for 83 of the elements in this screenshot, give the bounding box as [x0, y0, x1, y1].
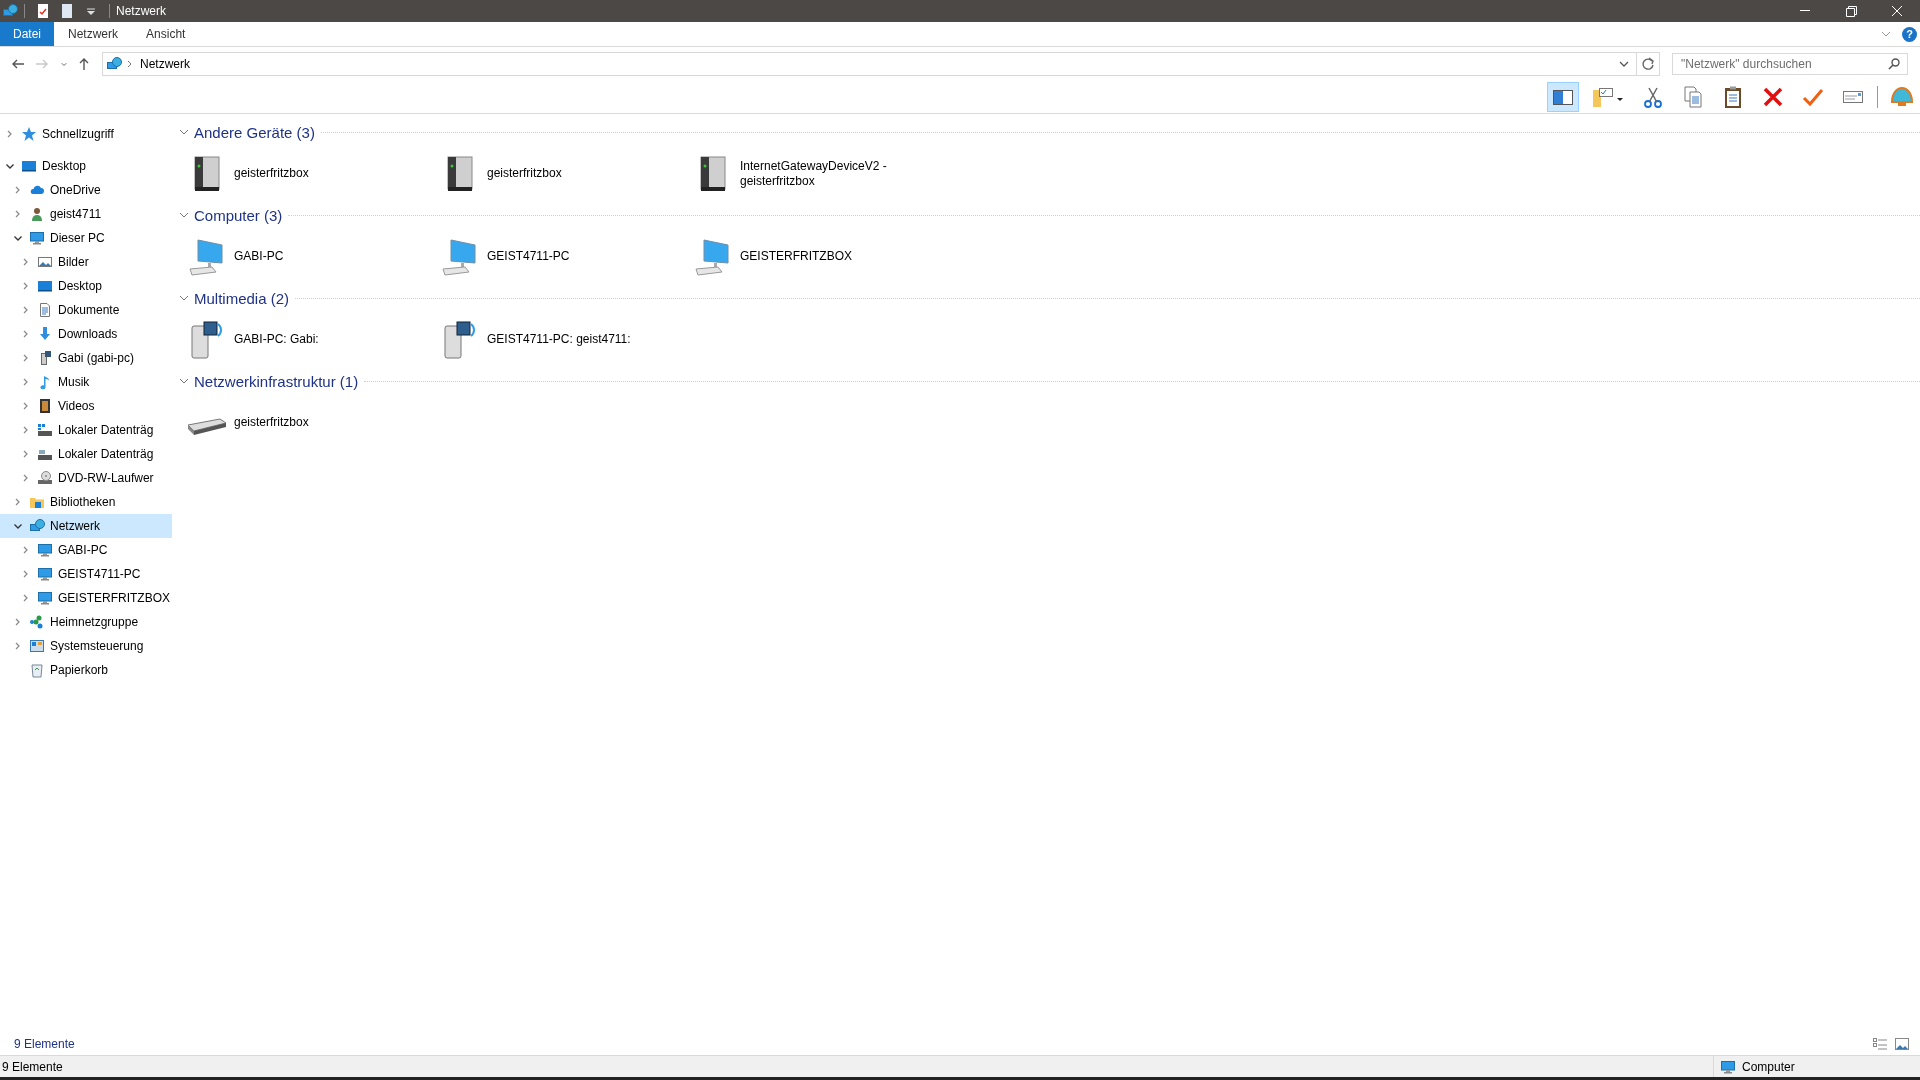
window-title: Netzwerk: [116, 4, 166, 18]
page-icon[interactable]: [59, 3, 75, 19]
ribbon-tab[interactable]: Netzwerk: [54, 22, 133, 46]
computer-icon[interactable]: [439, 236, 479, 277]
film-icon: [37, 398, 53, 414]
control-panel-icon: [29, 638, 45, 654]
tree-item[interactable]: DVD-RW-Laufwer: [0, 466, 172, 490]
computer-icon[interactable]: [186, 236, 226, 277]
tree-item[interactable]: Lokaler Datenträg: [0, 442, 172, 466]
help-button[interactable]: ?: [1902, 26, 1917, 42]
preview-pane-button[interactable]: [1547, 82, 1579, 112]
copy-icon: [1681, 85, 1705, 109]
device-name[interactable]: InternetGatewayDeviceV2 - geisterfritzbox: [740, 158, 900, 189]
tree-item[interactable]: Videos: [0, 394, 172, 418]
tree-item[interactable]: GABI-PC: [0, 538, 172, 562]
tree-item[interactable]: Dokumente: [0, 298, 172, 322]
disc-drive-icon: [37, 470, 53, 486]
shell-icon: [1890, 85, 1914, 109]
tree-item[interactable]: GEISTERFRITZBOX: [0, 586, 172, 610]
network-icon: [2, 3, 18, 19]
person-icon: [29, 206, 45, 222]
star-icon: [21, 126, 37, 142]
tree-item[interactable]: Gabi (gabi-pc): [0, 346, 172, 370]
monitor-icon: [37, 590, 53, 606]
device-name[interactable]: geisterfritzbox: [234, 415, 394, 430]
network-icon: [106, 56, 122, 72]
monitor-icon: [1720, 1058, 1736, 1075]
desktop-icon: [37, 278, 53, 294]
monitor-icon: [29, 230, 45, 246]
group-header[interactable]: Computer (3): [194, 206, 283, 224]
tree-item[interactable]: Heimnetzgruppe: [0, 610, 172, 634]
download-arrow-icon: [37, 326, 53, 342]
address-bar[interactable]: Netzwerk: [102, 52, 1637, 76]
file-tab[interactable]: Datei: [0, 22, 54, 46]
zone-label: Computer: [1742, 1059, 1795, 1074]
device-name[interactable]: GEISTERFRITZBOX: [740, 249, 900, 264]
tree-item[interactable]: Dieser PC: [0, 226, 172, 250]
status-count: 9 Elemente: [2, 1059, 63, 1074]
scissors-icon: [1641, 85, 1665, 109]
checked-page-icon[interactable]: [35, 3, 51, 19]
tree-item[interactable]: Downloads: [0, 322, 172, 346]
network-icon: [29, 518, 45, 534]
device-name[interactable]: geisterfritzbox: [487, 166, 647, 181]
group-header[interactable]: Netzwerkinfrastruktur (1): [194, 372, 359, 390]
tree-item[interactable]: Bilder: [0, 250, 172, 274]
ribbon-tab[interactable]: Ansicht: [132, 22, 200, 46]
drive-icon: [37, 422, 53, 438]
tree-item[interactable]: Papierkorb: [0, 658, 172, 682]
recycle-bin-icon: [29, 662, 45, 678]
tree-item[interactable]: Musik: [0, 370, 172, 394]
computer-icon[interactable]: [692, 236, 732, 277]
group-header[interactable]: Andere Geräte (3): [194, 123, 315, 141]
tree-item[interactable]: OneDrive: [0, 178, 172, 202]
monitor-icon: [37, 566, 53, 582]
large-icons-view-icon[interactable]: [1894, 1036, 1910, 1052]
tree-item[interactable]: Bibliotheken: [0, 490, 172, 514]
delete-icon: [1761, 85, 1785, 109]
tree-item[interactable]: Desktop: [0, 274, 172, 298]
item-count: 9 Elemente: [14, 1037, 75, 1051]
document-icon: [37, 302, 53, 318]
device-name[interactable]: GABI-PC: Gabi:: [234, 332, 394, 347]
tree-item[interactable]: Lokaler Datenträg: [0, 418, 172, 442]
nodes-icon: [29, 614, 45, 630]
tree-item[interactable]: Systemsteuerung: [0, 634, 172, 658]
device-name[interactable]: GEIST4711-PC: [487, 249, 647, 264]
monitor-icon: [37, 542, 53, 558]
device-name[interactable]: GEIST4711-PC: geist4711:: [487, 332, 647, 347]
desktop-icon: [21, 158, 37, 174]
refresh-icon[interactable]: [1637, 52, 1660, 76]
address-text: Netzwerk: [140, 57, 190, 71]
tree-item[interactable]: Schnellzugriff: [0, 122, 172, 146]
folder-options-icon: [1591, 85, 1625, 109]
tree-item[interactable]: Desktop: [0, 154, 172, 178]
device-name[interactable]: geisterfritzbox: [234, 166, 394, 181]
tree-item[interactable]: Netzwerk: [0, 514, 172, 538]
device-name[interactable]: GABI-PC: [234, 249, 394, 264]
picture-icon: [37, 254, 53, 270]
search-field[interactable]: "Netzwerk" durchsuchen: [1672, 53, 1908, 75]
search-icon: [1886, 56, 1902, 72]
tree-item[interactable]: geist4711: [0, 202, 172, 226]
details-view-icon[interactable]: [1872, 1036, 1888, 1052]
group-header[interactable]: Multimedia (2): [194, 289, 290, 307]
tree-item[interactable]: GEIST4711-PC: [0, 562, 172, 586]
